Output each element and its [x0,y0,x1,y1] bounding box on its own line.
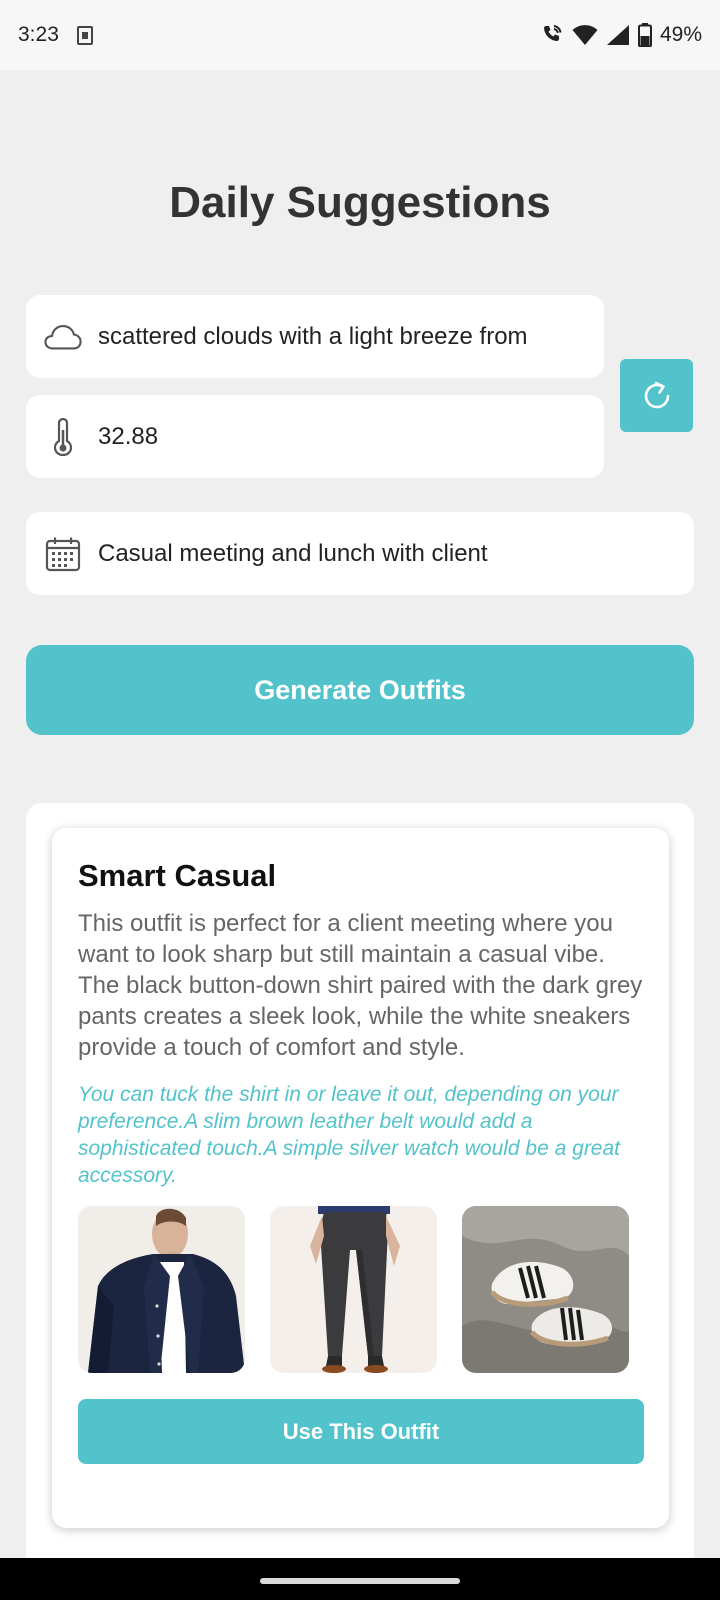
cloud-icon [44,318,82,356]
event-value: Casual meeting and lunch with client [98,539,488,567]
weather-field[interactable]: scattered clouds with a light breeze fro… [26,295,604,378]
status-bar: 3:23 49% [0,0,720,70]
use-outfit-button[interactable]: Use This Outfit [78,1399,644,1464]
status-left: 3:23 [18,23,93,47]
calendar-icon [44,535,82,573]
refresh-weather-button[interactable] [620,359,693,432]
outfit-title: Smart Casual [78,858,277,893]
outfit-description: This outfit is perfect for a client meet… [78,910,643,1061]
weather-value: scattered clouds with a light breeze fro… [98,322,528,350]
home-gesture-handle[interactable] [260,1578,460,1584]
refresh-icon [644,381,669,408]
event-field[interactable]: Casual meeting and lunch with client [26,512,694,595]
wifi-calling-icon [543,25,562,41]
generate-outfits-button[interactable]: Generate Outfits [26,645,694,735]
battery-icon [637,23,652,47]
shirt-image[interactable] [78,1206,245,1373]
thermometer-icon [44,417,82,456]
page-title: Daily Suggestions [169,178,551,227]
sneakers-image[interactable] [462,1206,629,1373]
battery-percent: 49% [659,23,702,46]
outfit-tip: You can tuck the shirt in or leave it ou… [78,1083,621,1187]
pants-image[interactable] [270,1206,437,1373]
sim-card-icon [76,25,93,45]
temperature-value: 32.88 [98,422,159,450]
status-time: 3:23 [18,23,59,46]
wifi-icon [572,25,598,45]
outfit-items [78,1206,643,1373]
outfit-card: Smart Casual This outfit is perfect for … [52,828,669,1528]
cell-signal-icon [606,25,629,45]
temperature-field[interactable]: 32.88 [26,395,604,478]
status-right: 49% [540,23,702,47]
